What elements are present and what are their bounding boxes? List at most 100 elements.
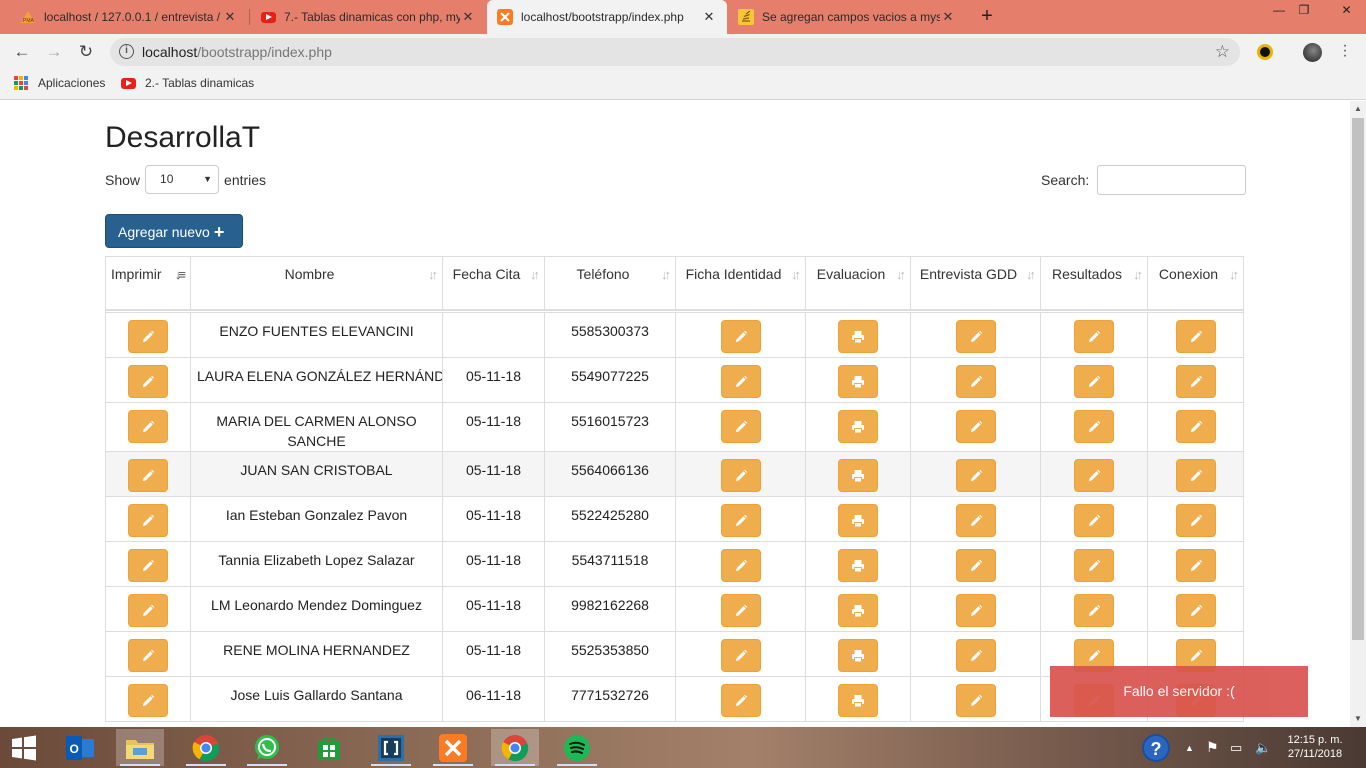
entrevista-gdd-button[interactable]	[955, 549, 996, 582]
back-arrow-icon[interactable]: ←	[10, 40, 34, 64]
imprimir-button[interactable]	[128, 549, 168, 582]
entrevista-gdd-button[interactable]	[955, 639, 996, 672]
column-header-conexion[interactable]: Conexion ↓↑	[1147, 256, 1244, 311]
close-tab-icon[interactable]: ✕	[222, 9, 238, 25]
conexion-button[interactable]	[1175, 504, 1216, 537]
column-header-nombre[interactable]: Nombre ↓↑	[190, 256, 443, 311]
column-header-evaluacion[interactable]: Evaluacion ↓↑	[805, 256, 911, 311]
scrollbar-thumb[interactable]	[1352, 118, 1364, 640]
ficha-identidad-button[interactable]	[720, 320, 761, 353]
windows-start-icon[interactable]	[0, 729, 48, 766]
reload-icon[interactable]: ↻	[74, 40, 98, 64]
ficha-identidad-button[interactable]	[720, 410, 761, 443]
extension-icon[interactable]	[1257, 44, 1273, 60]
evaluacion-button[interactable]	[838, 410, 878, 443]
system-clock[interactable]: 12:15 p. m. 27/11/2018	[1282, 733, 1348, 761]
resultados-button[interactable]	[1074, 504, 1114, 537]
chrome-icon[interactable]	[182, 729, 230, 766]
ficha-identidad-button[interactable]	[720, 504, 761, 537]
column-header-fecha-cita[interactable]: Fecha Cita ↓↑	[442, 256, 545, 311]
entrevista-gdd-button[interactable]	[955, 684, 996, 717]
conexion-button[interactable]	[1175, 320, 1216, 353]
close-window-icon[interactable]: ✕	[1327, 0, 1366, 20]
conexion-button[interactable]	[1175, 549, 1216, 582]
evaluacion-button[interactable]	[838, 639, 878, 672]
address-bar[interactable]: i localhost/bootstrapp/index.php ☆	[110, 38, 1240, 66]
evaluacion-button[interactable]	[838, 459, 878, 492]
tab-youtube[interactable]: 7.- Tablas dinamicas con php, my ✕	[250, 0, 486, 34]
column-header-entrevista-gdd[interactable]: Entrevista GDD ↓↑	[910, 256, 1041, 311]
resultados-button[interactable]	[1074, 594, 1114, 627]
close-tab-icon[interactable]: ✕	[940, 9, 956, 25]
profile-avatar[interactable]	[1303, 43, 1322, 62]
close-tab-icon[interactable]: ✕	[460, 9, 476, 25]
imprimir-button[interactable]	[128, 639, 168, 672]
whatsapp-icon[interactable]	[243, 729, 291, 766]
imprimir-button[interactable]	[128, 320, 168, 353]
network-icon[interactable]: ▭	[1230, 727, 1242, 768]
evaluacion-button[interactable]	[838, 320, 878, 353]
new-tab-button[interactable]: +	[976, 5, 998, 27]
entrevista-gdd-button[interactable]	[955, 504, 996, 537]
imprimir-button[interactable]	[128, 594, 168, 627]
tab-stackoverflow[interactable]: Se agregan campos vacios a mys ✕	[728, 0, 966, 34]
resultados-button[interactable]	[1074, 365, 1114, 398]
conexion-button[interactable]	[1175, 410, 1216, 443]
entrevista-gdd-button[interactable]	[955, 320, 996, 353]
store-icon[interactable]	[305, 729, 353, 766]
bookmark-tablas-dinamicas[interactable]: 2.- Tablas dinamicas	[121, 76, 254, 90]
ficha-identidad-button[interactable]	[720, 365, 761, 398]
spotify-icon[interactable]	[553, 729, 601, 766]
resultados-button[interactable]	[1074, 459, 1114, 492]
entries-select[interactable]: 10 ▼	[145, 165, 220, 194]
chrome-icon[interactable]	[491, 729, 539, 766]
conexion-button[interactable]	[1175, 594, 1216, 627]
scroll-up-icon[interactable]: ▲	[1350, 101, 1366, 117]
entrevista-gdd-button[interactable]	[955, 410, 996, 443]
ficha-identidad-button[interactable]	[720, 594, 761, 627]
evaluacion-button[interactable]	[838, 594, 878, 627]
column-header-ficha-identidad[interactable]: Ficha Identidad ↓↑	[675, 256, 806, 311]
info-icon[interactable]: i	[119, 44, 134, 59]
help-icon[interactable]: ?	[1140, 727, 1172, 768]
tab-bootstrapp[interactable]: localhost/bootstrapp/index.php ✕	[487, 0, 727, 34]
forward-arrow-icon[interactable]: →	[42, 40, 66, 64]
column-header-telefono[interactable]: Teléfono ↓↑	[544, 256, 676, 311]
bookmark-star-icon[interactable]: ☆	[1215, 42, 1230, 62]
xampp-icon[interactable]	[429, 729, 477, 766]
menu-dots-icon[interactable]: · · ·	[1342, 38, 1348, 64]
column-header-resultados[interactable]: Resultados ↓↑	[1040, 256, 1148, 311]
tab-phpmyadmin[interactable]: PMA localhost / 127.0.0.1 / entrevista /…	[10, 0, 248, 34]
resultados-button[interactable]	[1074, 410, 1114, 443]
ficha-identidad-button[interactable]	[720, 639, 761, 672]
evaluacion-button[interactable]	[838, 549, 878, 582]
conexion-button[interactable]	[1175, 365, 1216, 398]
flag-icon[interactable]: ⚑	[1206, 727, 1219, 768]
add-new-button[interactable]: Agregar nuevo +	[105, 214, 243, 248]
resultados-button[interactable]	[1074, 549, 1114, 582]
tray-expand-icon[interactable]: ▲	[1185, 727, 1194, 768]
evaluacion-button[interactable]	[838, 504, 878, 537]
scroll-down-icon[interactable]: ▼	[1350, 711, 1366, 727]
imprimir-button[interactable]	[128, 459, 168, 492]
evaluacion-button[interactable]	[838, 684, 878, 717]
imprimir-button[interactable]	[128, 684, 168, 717]
conexion-button[interactable]	[1175, 459, 1216, 492]
ficha-identidad-button[interactable]	[720, 684, 761, 717]
outlook-icon[interactable]: O	[56, 729, 104, 766]
imprimir-button[interactable]	[128, 365, 168, 398]
bookmark-apps[interactable]: Aplicaciones	[14, 76, 105, 90]
brackets-icon[interactable]	[367, 729, 415, 766]
resultados-button[interactable]	[1074, 320, 1114, 353]
url-text[interactable]: localhost/bootstrapp/index.php	[142, 44, 332, 60]
ficha-identidad-button[interactable]	[720, 459, 761, 492]
entrevista-gdd-button[interactable]	[955, 365, 996, 398]
entrevista-gdd-button[interactable]	[955, 459, 996, 492]
restore-icon[interactable]: ❐	[1287, 0, 1321, 20]
evaluacion-button[interactable]	[838, 365, 878, 398]
ficha-identidad-button[interactable]	[720, 549, 761, 582]
entrevista-gdd-button[interactable]	[955, 594, 996, 627]
column-header-imprimir[interactable]: Imprimir ↓≡	[105, 256, 191, 311]
page-scrollbar[interactable]: ▲ ▼	[1350, 101, 1366, 727]
volume-icon[interactable]: 🔈	[1255, 727, 1271, 768]
